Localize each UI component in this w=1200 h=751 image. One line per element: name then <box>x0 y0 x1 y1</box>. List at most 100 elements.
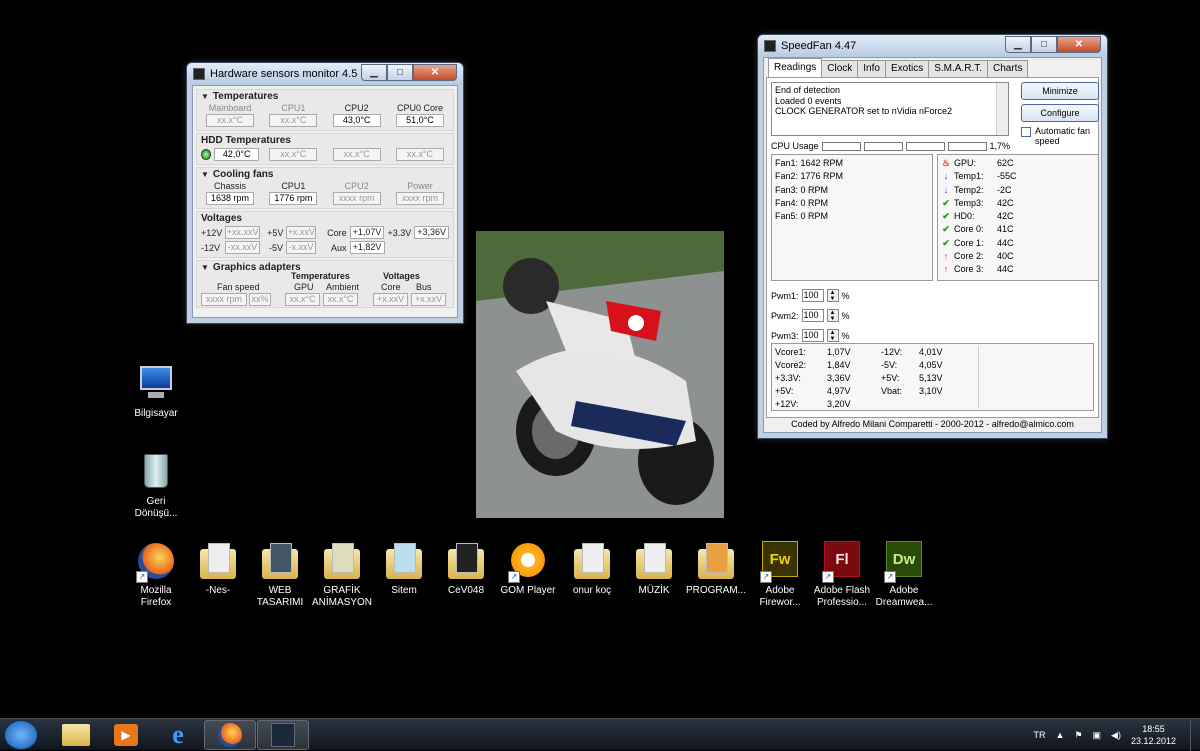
taskbar-speedfan[interactable] <box>257 720 309 750</box>
desktop-icon-folder-nes[interactable]: -Nes- <box>186 541 250 597</box>
desktop-icon-folder-web[interactable]: WEB TASARIMI <box>248 541 312 609</box>
gfx-fan-label: Fan speed <box>217 282 260 292</box>
temp-value: 43,0°C <box>332 114 381 127</box>
firefox-icon: ↗ <box>136 541 176 583</box>
collapse-icon[interactable]: ▼ <box>201 170 209 179</box>
tab-smart[interactable]: S.M.A.R.T. <box>928 60 988 77</box>
volume-icon[interactable]: ◀) <box>1111 730 1121 741</box>
speedfan-window: SpeedFan 4.47 ▁ □ ✕ Readings Clock Info … <box>757 34 1108 439</box>
fan-reading: Fan3: 0 RPM <box>775 184 829 195</box>
folder-icon <box>572 541 612 581</box>
close-button[interactable]: ✕ <box>413 64 457 81</box>
shortcut-arrow-icon: ↗ <box>884 571 896 583</box>
close-button[interactable]: ✕ <box>1057 36 1101 53</box>
network-icon[interactable]: ▣ <box>1093 730 1102 741</box>
desktop-icon-label: WEB TASARIMI <box>256 585 304 608</box>
desktop-icon-adobe-dreamweaver[interactable]: Dw ↗ Adobe Dreamwea... <box>872 541 936 609</box>
temp-value: 51,0°C <box>395 114 444 127</box>
voltage-label: -5V <box>269 242 284 253</box>
tab-exotics[interactable]: Exotics <box>884 60 930 77</box>
voltage-label: Aux <box>331 242 347 253</box>
desktop-icon-folder-muzik[interactable]: MÜZİK <box>622 541 686 597</box>
tab-charts[interactable]: Charts <box>987 60 1029 77</box>
voltages-section: Voltages +12V +xx.xxV +5V +x.xxV Core +1,07… <box>196 211 454 258</box>
speedfan-titlebar[interactable]: SpeedFan 4.47 ▁ □ ✕ <box>758 35 1107 57</box>
minimize-button[interactable]: ▁ <box>361 64 387 81</box>
maximize-button[interactable]: □ <box>387 64 413 81</box>
desktop-icon-label: -Nes- <box>205 585 231 596</box>
fan-reading: Fan2: 1776 RPM <box>775 171 844 182</box>
auto-fan-checkbox[interactable] <box>1021 127 1031 137</box>
maximize-button[interactable]: □ <box>1031 36 1057 53</box>
clock[interactable]: 18:55 23.12.2012 <box>1131 723 1176 747</box>
temp-reading: ↓ Temp1: -55C <box>941 170 1095 183</box>
pwm1-input[interactable]: 100 <box>801 289 824 302</box>
desktop-icon-adobe-fireworks[interactable]: Fw ↗ Adobe Firewor... <box>748 541 812 609</box>
pwm3-spinner[interactable]: ▲ ▼ <box>826 329 839 342</box>
pwm-unit: % <box>841 330 850 341</box>
desktop-icon-computer[interactable]: Bilgisayar <box>124 364 188 420</box>
volt-labels-left: Vcore1: Vcore2: +3.3V: +5V: +12V: <box>775 346 827 409</box>
desktop-icon-folder-grafik[interactable]: GRAFİK ANİMASYON <box>310 541 374 609</box>
desktop-icon-adobe-flash[interactable]: Fl ↗ Adobe Flash Professio... <box>810 541 874 609</box>
desktop-icon-recycle-bin[interactable]: Geri Dönüşü... <box>124 452 188 520</box>
start-button[interactable] <box>4 720 38 750</box>
hws-title: Hardware sensors monitor 4.5 <box>210 68 358 80</box>
configure-button[interactable]: Configure <box>1021 104 1099 122</box>
temp-reading-label: Core 3: <box>954 264 984 275</box>
minimize-app-button[interactable]: Minimize <box>1021 82 1099 100</box>
desktop-icon-folder-program[interactable]: PROGRAM... <box>684 541 748 597</box>
minimize-button[interactable]: ▁ <box>1005 36 1031 53</box>
taskbar-explorer[interactable] <box>50 720 102 750</box>
fireworks-icon: Fw ↗ <box>760 541 800 583</box>
pwm1-spinner[interactable]: ▲ ▼ <box>826 289 839 302</box>
hws-window: Hardware sensors monitor 4.5 ▁ □ ✕ ▼ Temp… <box>186 62 464 324</box>
desktop-icon-folder-sitem[interactable]: Sitem <box>372 541 436 597</box>
voltage-value: +xx.xxV <box>225 226 261 239</box>
tab-readings[interactable]: Readings <box>768 58 823 77</box>
arrow-down-icon: ↓ <box>943 184 949 195</box>
taskbar-internet-explorer[interactable]: e <box>152 720 204 750</box>
tab-clock[interactable]: Clock <box>821 60 859 77</box>
desktop-icon-firefox[interactable]: ↗ Mozilla Firefox <box>124 541 188 609</box>
temp-reading-label: Temp3: <box>954 197 984 208</box>
arrow-up-icon: ↑ <box>943 264 949 275</box>
pwm2-input[interactable]: 100 <box>801 309 824 322</box>
temp-reading: ↑ Core 2: 40C <box>941 250 1095 263</box>
temp-reading: ✔ Core 1: 44C <box>941 237 1095 250</box>
hws-titlebar[interactable]: Hardware sensors monitor 4.5 ▁ □ ✕ <box>187 63 463 85</box>
pwm2-spinner[interactable]: ▲ ▼ <box>826 309 839 322</box>
action-center-flag-icon[interactable]: ⚑ <box>1074 730 1082 741</box>
event-log[interactable]: End of detection Loaded 0 events CLOCK G… <box>771 82 1009 136</box>
collapse-icon[interactable]: ▼ <box>201 92 209 101</box>
language-indicator[interactable]: TR <box>1034 730 1046 740</box>
desktop-icon-folder-onur[interactable]: onur koç <box>560 541 624 597</box>
temp-reading-label: Temp1: <box>954 171 984 182</box>
temp-reading-value: 41C <box>997 224 1014 235</box>
flame-icon: ♨ <box>941 158 951 168</box>
gfx-gpu-label: GPU <box>294 282 314 292</box>
log-line: End of detection <box>775 85 841 95</box>
speedfan-icon <box>271 723 295 747</box>
volt-value: 4,97V <box>827 386 851 396</box>
voltage-value: -x.xxV <box>286 241 317 254</box>
taskbar-firefox[interactable] <box>204 720 256 750</box>
show-desktop-button[interactable] <box>1190 719 1200 751</box>
desktop-icon-gom-player[interactable]: ↗ GOM Player <box>496 541 560 597</box>
hws-app-icon <box>193 68 205 80</box>
show-hidden-icons-icon[interactable]: ▲ <box>1056 730 1065 740</box>
pwm-label: Pwm3: <box>771 330 799 341</box>
arrow-up-icon: ↑ <box>943 251 949 262</box>
volt-label: +12V: <box>775 399 799 409</box>
log-scrollbar[interactable] <box>996 83 1008 135</box>
taskbar-media-player[interactable]: ▶ <box>100 720 152 750</box>
volt-values-right: 4,01V 4,05V 5,13V 3,10V <box>919 346 979 408</box>
hws-client: ▼ Temperatures Mainboard xx.x°C CPU1 xx.x°C… <box>192 85 458 318</box>
voltage-value: +x.xxV <box>286 226 317 239</box>
desktop-icon-label: Adobe Flash Professio... <box>813 585 871 608</box>
desktop-icon-folder-cev048[interactable]: CeV048 <box>434 541 498 597</box>
desktop-icon-label: onur koç <box>572 585 612 596</box>
tab-info[interactable]: Info <box>857 60 886 77</box>
pwm3-input[interactable]: 100 <box>801 329 824 342</box>
collapse-icon[interactable]: ▼ <box>201 263 209 272</box>
